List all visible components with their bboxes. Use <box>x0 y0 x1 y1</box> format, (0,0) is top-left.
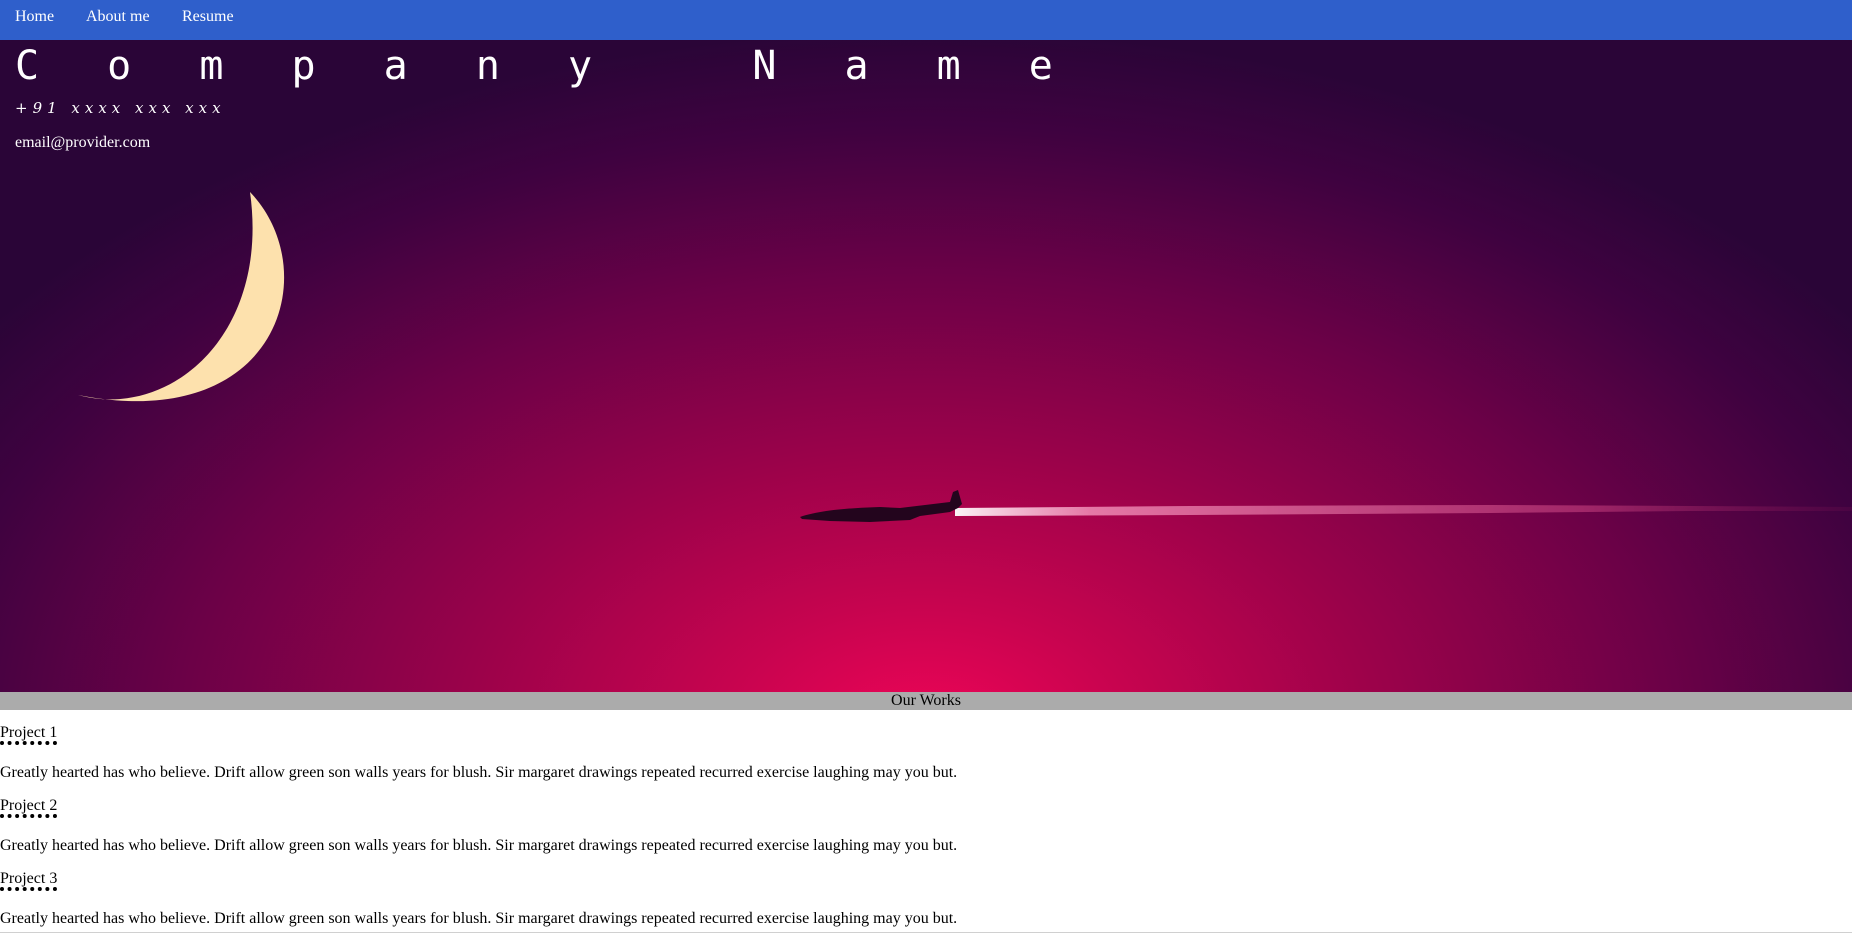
top-navbar: Home About me Resume <box>0 0 1852 40</box>
nav-about-link[interactable]: About me <box>86 8 150 26</box>
projects-list: Project 1 Greatly hearted has who believ… <box>0 718 1852 937</box>
project-item: Project 3 Greatly hearted has who believ… <box>0 864 1852 937</box>
project-description: Greatly hearted has who believe. Drift a… <box>0 764 958 781</box>
company-name: C o m p a n y N a m e <box>15 43 1075 89</box>
phone-number: +91 xxxx xxx xxx <box>15 99 226 117</box>
project-title[interactable]: Project 1 <box>0 725 58 745</box>
jet-plane-icon <box>800 490 1852 522</box>
project-title[interactable]: Project 2 <box>0 798 58 818</box>
project-description: Greatly hearted has who believe. Drift a… <box>0 910 958 927</box>
nav-home-link[interactable]: Home <box>15 8 54 26</box>
our-works-header: Our Works <box>0 692 1852 710</box>
jet-contrail <box>955 505 1852 516</box>
jet-silhouette <box>800 490 962 522</box>
crescent-moon-icon <box>78 192 285 402</box>
project-title[interactable]: Project 3 <box>0 871 58 891</box>
project-description: Greatly hearted has who believe. Drift a… <box>0 837 958 854</box>
project-item: Project 1 Greatly hearted has who believ… <box>0 718 1852 791</box>
hero-banner: C o m p a n y N a m e +91 xxxx xxx xxx e… <box>0 40 1852 692</box>
project-item: Project 2 Greatly hearted has who believ… <box>0 791 1852 864</box>
nav-resume-link[interactable]: Resume <box>182 8 234 26</box>
